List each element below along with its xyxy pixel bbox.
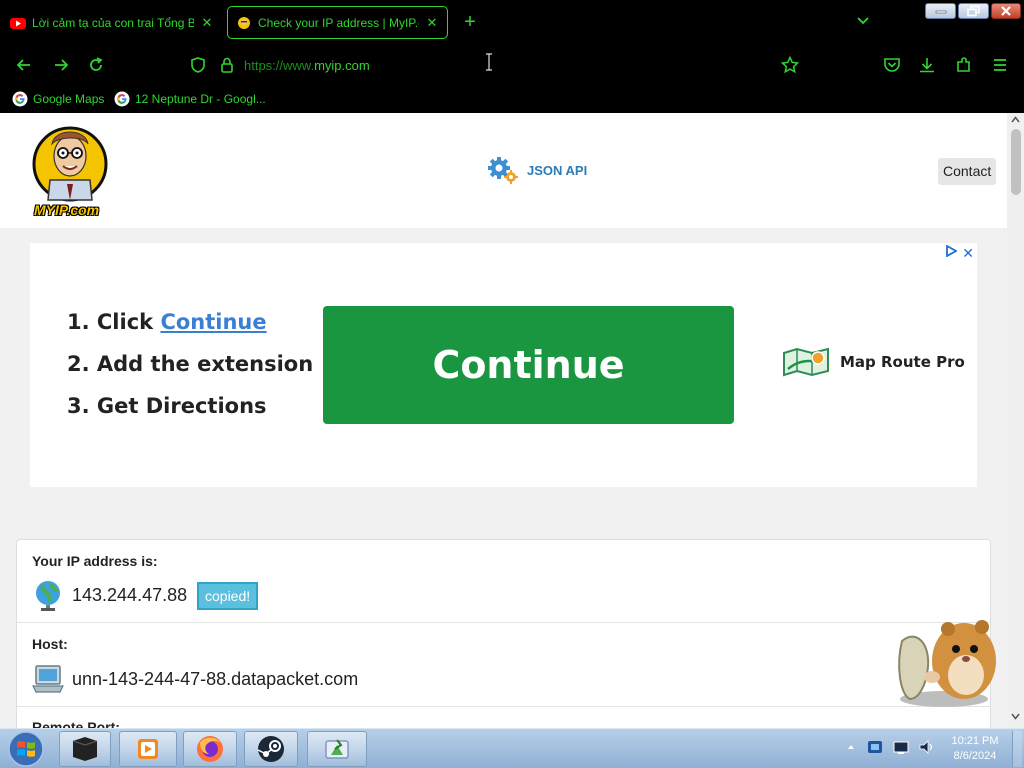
copied-badge[interactable]: copied! [197,582,259,610]
ad-step-1: 1. Click Continue [67,310,267,334]
site-header: MYIP.com JSON API Contact [0,113,1007,228]
bookmark-neptune-dr[interactable]: 12 Neptune Dr - Googl... [114,91,266,107]
back-arrow-icon[interactable] [14,55,34,75]
gear-icon [488,157,518,184]
scroll-up-icon[interactable] [1011,116,1020,123]
json-api-link[interactable]: JSON API [487,155,587,185]
close-tab-icon[interactable]: ✕ [425,15,439,31]
windows-logo-icon [8,731,44,767]
remote-port-heading: Remote Port: [32,719,120,728]
tray-app-icon[interactable] [866,738,884,756]
ad-brand-name: Map Route Pro [840,353,965,371]
reload-icon[interactable] [86,55,106,75]
system-clock[interactable]: 10:21 PM 8/6/2024 [940,734,1010,764]
tab-youtube[interactable]: Lời cảm tạ của con trai Tổng Bí thư ✕ [2,6,222,39]
firefox-icon [197,736,223,762]
youtube-icon [10,17,26,29]
pocket-icon[interactable] [882,55,902,75]
taskbar-app-terminal[interactable] [59,731,111,767]
vertical-scrollbar[interactable] [1007,113,1024,728]
volume-icon[interactable] [918,738,936,756]
google-icon [12,91,28,107]
adchoices-icon[interactable] [945,245,957,257]
start-button[interactable] [6,730,46,768]
laptop-icon [32,665,64,693]
tab-myip[interactable]: Check your IP address | MyIP.com ✕ [227,6,448,39]
network-icon[interactable] [892,738,910,756]
url-domain: myip.com [314,58,370,73]
media-player-icon [138,739,158,759]
download-icon[interactable] [917,55,937,75]
page-viewport: MYIP.com JSON API Contact ✕ 1. Click Con… [0,113,1007,728]
show-desktop-button[interactable] [1012,731,1022,767]
scrollbar-thumb[interactable] [1011,129,1021,195]
myip-logo[interactable]: MYIP.com [30,118,114,222]
map-icon [783,347,829,377]
bookmark-label: 12 Neptune Dr - Googl... [135,92,266,106]
star-icon[interactable] [780,55,800,75]
taskbar-app-steam[interactable] [244,731,298,767]
taskbar-app-active[interactable] [307,731,367,767]
host-heading: Host: [32,636,68,652]
scroll-down-icon[interactable] [1011,713,1020,720]
navigation-bar: https://www.myip.com [0,44,1024,86]
forward-arrow-icon[interactable] [51,55,71,75]
tab-title: Lời cảm tạ của con trai Tổng Bí thư [32,15,194,30]
taskbar-app-firefox[interactable] [183,731,237,767]
clock-date: 8/6/2024 [953,750,997,762]
steam-icon [257,736,284,762]
address-bar[interactable]: https://www.myip.com [244,58,370,73]
ad-step-1-text: 1. Click [67,310,154,334]
google-icon [114,91,130,107]
minimize-button[interactable] [925,3,956,19]
bookmarks-toolbar: Google Maps 12 Neptune Dr - Googl... [0,86,1024,113]
cartoon-mascot-icon [32,126,108,202]
remote-port-section: Remote Port: [17,708,990,728]
host-value[interactable]: unn-143-244-47-88.datapacket.com [72,669,358,690]
chevron-down-icon[interactable] [855,12,871,28]
globe-icon [36,581,60,611]
ip-address-section: Your IP address is: 143.244.47.88 copied… [17,540,990,623]
extensions-icon[interactable] [954,55,974,75]
tab-title: Check your IP address | MyIP.com [258,15,419,30]
ad-step-2: 2. Add the extension [67,352,314,376]
clock-time: 10:21 PM [951,735,999,747]
tray-expand-icon[interactable] [846,742,856,752]
ip-address-heading: Your IP address is: [32,553,158,569]
bookmark-google-maps[interactable]: Google Maps [12,91,104,107]
ad-step-3: 3. Get Directions [67,394,267,418]
myip-favicon [238,16,250,29]
hamster-mascot-icon [898,620,996,707]
url-prefix: https://www. [244,58,315,73]
system-tray [846,738,936,756]
new-tab-button[interactable]: + [460,10,480,34]
shield-icon[interactable] [188,55,208,75]
menu-icon[interactable] [990,55,1010,75]
logo-text: MYIP.com [34,202,100,218]
ad-continue-button[interactable]: Continue [323,306,734,424]
terminal-icon [72,737,98,761]
ad-brand[interactable]: Map Route Pro [782,347,965,377]
ip-info-card: Your IP address is: 143.244.47.88 copied… [16,539,991,728]
ad-continue-link[interactable]: Continue [160,310,266,334]
bookmark-label: Google Maps [33,92,105,106]
text-cursor-icon [486,53,492,71]
contact-button[interactable]: Contact [938,158,997,185]
taskbar-app-media-player[interactable] [119,731,177,767]
restore-button[interactable] [958,3,989,19]
windows-taskbar: 10:21 PM 8/6/2024 [0,728,1024,768]
tab-strip: Lời cảm tạ của con trai Tổng Bí thư ✕ Ch… [0,0,1024,44]
lock-icon[interactable] [217,55,237,75]
advertisement-banner[interactable]: ✕ 1. Click Continue 2. Add the extension… [30,243,977,487]
json-api-label: JSON API [527,162,588,178]
app-icon [325,739,349,759]
ip-address-value[interactable]: 143.244.47.88 [72,585,187,606]
close-ad-icon[interactable]: ✕ [962,245,974,262]
close-window-button[interactable] [991,3,1021,19]
host-section: Host: unn-143-244-47-88.datapacket.com [17,624,990,707]
close-tab-icon[interactable]: ✕ [200,15,214,31]
